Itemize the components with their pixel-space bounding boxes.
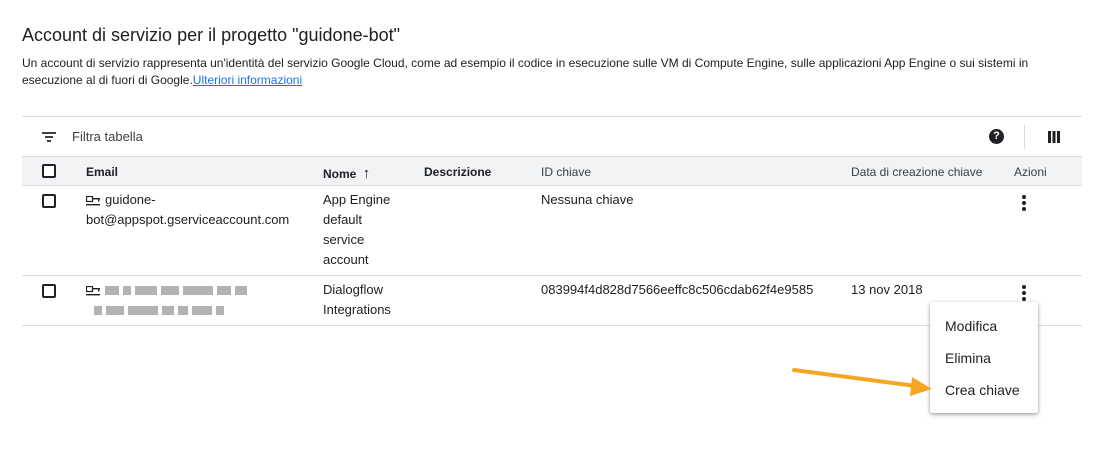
email-text: bot@appspot.gserviceaccount.com <box>86 212 290 227</box>
name-line: App Engine <box>323 192 391 207</box>
name-line: Integrations <box>323 302 391 317</box>
more-vert-icon[interactable] <box>1022 285 1026 301</box>
row-checkbox[interactable] <box>42 284 56 298</box>
filter-table-input[interactable]: Filtra tabella <box>72 129 143 144</box>
menu-item-delete[interactable]: Elimina <box>930 342 1038 374</box>
column-header-key-id: ID chiave <box>541 165 592 179</box>
column-header-name[interactable]: Nome ↑ <box>323 165 370 182</box>
actions-menu: Modifica Elimina Crea chiave <box>930 302 1038 413</box>
column-header-key-created: Data di creazione chiave <box>851 165 983 179</box>
description-text: Un account di servizio rappresenta un'id… <box>22 56 1029 87</box>
name-line: service <box>323 232 365 247</box>
table-row: guidone- bot@appspot.gserviceaccount.com… <box>22 186 1082 276</box>
select-all-checkbox[interactable] <box>42 164 56 178</box>
redacted-email <box>86 300 316 320</box>
table-row: Dialogflow Integrations 083994f4d828d756… <box>22 276 1082 326</box>
service-account-key-icon <box>86 195 100 205</box>
name-line: default <box>323 212 363 227</box>
column-header-email: Email <box>86 165 119 179</box>
column-display-icon[interactable] <box>1048 131 1060 143</box>
column-header-actions: Azioni <box>1014 165 1047 179</box>
page-description: Un account di servizio rappresenta un'id… <box>22 55 1082 89</box>
column-header-name-label: Nome <box>323 167 357 181</box>
filter-list-icon[interactable] <box>42 131 56 143</box>
service-account-key-icon <box>86 285 100 295</box>
name-line: account <box>323 252 369 267</box>
key-id-cell: Nessuna chiave <box>541 192 634 207</box>
column-header-description: Descrizione <box>424 165 492 179</box>
email-cell: guidone- bot@appspot.gserviceaccount.com <box>86 190 316 230</box>
key-id-cell: 083994f4d828d7566eeffc8c506cdab62f4e9585 <box>541 282 814 297</box>
more-vert-icon[interactable] <box>1022 195 1026 211</box>
menu-item-edit[interactable]: Modifica <box>930 310 1038 342</box>
page-title: Account di servizio per il progetto "gui… <box>22 25 400 45</box>
row-checkbox[interactable] <box>42 194 56 208</box>
name-cell: Dialogflow Integrations <box>323 280 413 320</box>
table-header: Email Nome ↑ Descrizione ID chiave Data … <box>22 156 1082 186</box>
learn-more-link[interactable]: Ulteriori informazioni <box>193 73 302 87</box>
redacted-email <box>105 282 251 297</box>
name-cell: App Engine default service account <box>323 190 413 270</box>
email-cell <box>86 280 316 320</box>
table-toolbar: Filtra tabella ? <box>22 116 1082 156</box>
sort-arrow-icon: ↑ <box>362 165 371 182</box>
toolbar-divider <box>1024 125 1025 149</box>
menu-item-create-key[interactable]: Crea chiave <box>930 374 1038 406</box>
key-created-cell: 13 nov 2018 <box>851 282 923 297</box>
email-text: guidone- <box>105 192 156 207</box>
name-line: Dialogflow <box>323 282 383 297</box>
help-icon[interactable]: ? <box>989 129 1004 144</box>
